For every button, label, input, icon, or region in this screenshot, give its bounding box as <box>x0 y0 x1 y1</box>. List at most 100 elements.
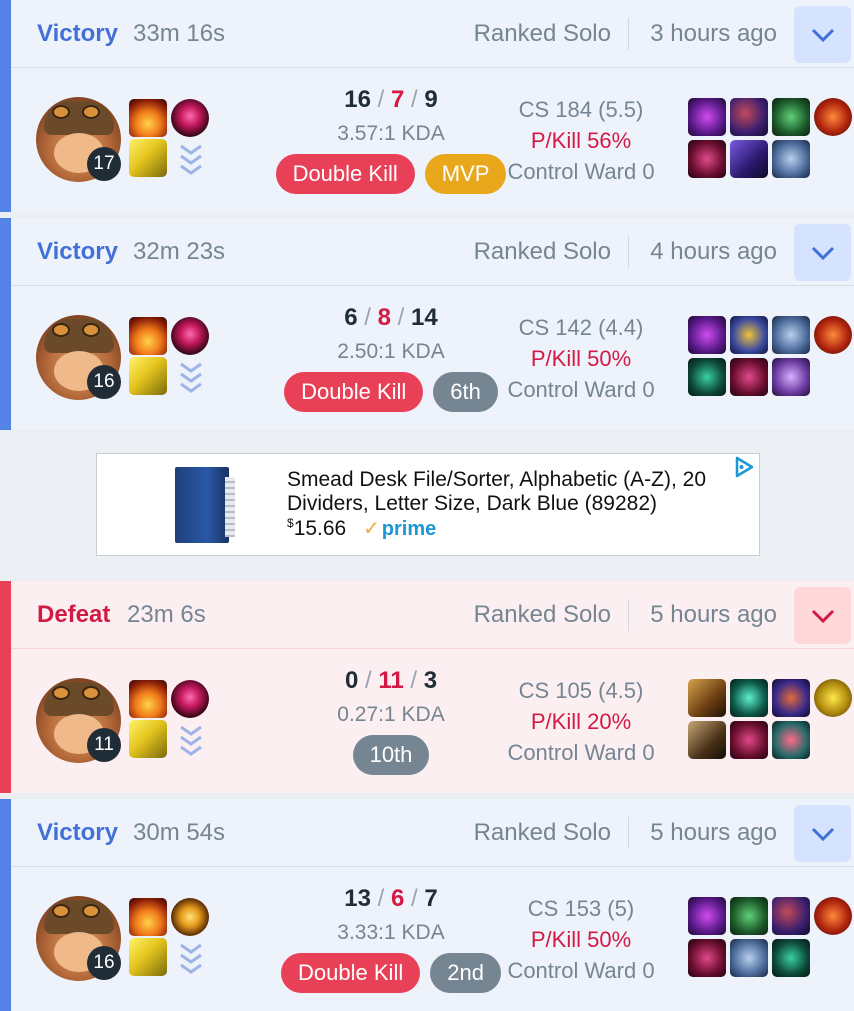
ignite-spell-icon[interactable] <box>129 99 167 137</box>
kda-ratio: 2.50:1 KDA <box>337 340 445 363</box>
item-icon[interactable] <box>688 939 726 977</box>
champion-level: 16 <box>87 365 121 399</box>
electrocute-rune-icon[interactable] <box>171 99 209 137</box>
item-icon[interactable] <box>730 939 768 977</box>
item-icon[interactable] <box>772 721 810 759</box>
item-icon[interactable] <box>688 679 726 717</box>
product-image[interactable] <box>175 467 235 543</box>
item-icon[interactable] <box>772 140 810 178</box>
item-icon[interactable] <box>730 358 768 396</box>
item-build <box>675 679 852 759</box>
trinket-icon[interactable] <box>814 897 852 935</box>
match-duration: 32m 23s <box>133 238 226 265</box>
item-icon[interactable] <box>688 358 726 396</box>
item-icon[interactable] <box>688 98 726 136</box>
item-icon[interactable] <box>688 897 726 935</box>
divider <box>628 817 629 849</box>
item-icon[interactable] <box>688 140 726 178</box>
trinket-icon[interactable] <box>814 679 852 717</box>
item-icon[interactable] <box>772 939 810 977</box>
item-icon[interactable] <box>772 358 810 396</box>
match-stats: CS 142 (4.4) P/Kill 50% Control Ward 0 <box>481 312 681 405</box>
ignite-spell-icon[interactable] <box>129 317 167 355</box>
kda-ratio: 3.57:1 KDA <box>337 122 445 145</box>
match-stats: CS 184 (5.5) P/Kill 56% Control Ward 0 <box>481 94 681 187</box>
expand-button[interactable] <box>794 587 851 644</box>
expand-button[interactable] <box>794 224 851 281</box>
sorcery-rune-icon[interactable] <box>175 723 207 757</box>
match-card[interactable]: Defeat 23m 6s Ranked Solo 5 hours ago 11… <box>0 581 854 793</box>
item-icon[interactable] <box>730 140 768 178</box>
chevron-down-icon <box>811 246 834 260</box>
item-icon[interactable] <box>688 316 726 354</box>
match-body: 16 6 / 8 / 14 2.50:1 KDA Double Kill 6th… <box>11 286 854 430</box>
ignite-spell-icon[interactable] <box>129 680 167 718</box>
ignite-spell-icon[interactable] <box>129 898 167 936</box>
result-bar <box>0 581 11 793</box>
match-result: Victory <box>37 20 118 47</box>
sorcery-rune-icon[interactable] <box>175 360 207 394</box>
item-icon[interactable] <box>772 316 810 354</box>
kills: 0 <box>344 667 359 694</box>
deaths: 7 <box>390 86 405 113</box>
multikill-badge: Double Kill <box>284 372 424 412</box>
kills: 13 <box>344 885 371 912</box>
kill-participation: P/Kill 20% <box>530 709 632 734</box>
control-ward-stat: Control Ward 0 <box>507 958 655 983</box>
adchoices-icon[interactable] <box>733 456 755 478</box>
time-ago: 3 hours ago <box>650 20 777 47</box>
electrocute-rune-icon[interactable] <box>171 317 209 355</box>
ad-banner[interactable]: Smead Desk File/Sorter, Alphabetic (A-Z)… <box>96 453 760 556</box>
check-icon: ✓ <box>363 518 380 540</box>
kda-score: 6 / 8 / 14 <box>344 304 438 331</box>
assists: 9 <box>424 86 438 113</box>
trinket-icon[interactable] <box>814 316 852 354</box>
comet-rune-icon[interactable] <box>171 898 209 936</box>
divider <box>628 236 629 268</box>
item-build <box>675 316 852 396</box>
multikill-badge: Double Kill <box>275 154 415 194</box>
multikill-badge: Double Kill <box>281 953 421 993</box>
kda-score: 0 / 11 / 3 <box>344 667 438 694</box>
item-icon[interactable] <box>772 897 810 935</box>
sorcery-rune-icon[interactable] <box>175 142 207 176</box>
kda-score: 16 / 7 / 9 <box>344 86 438 113</box>
ghost-spell-icon[interactable] <box>129 357 167 395</box>
match-card[interactable]: Victory 30m 54s Ranked Solo 5 hours ago … <box>0 799 854 1011</box>
champion-level: 11 <box>87 728 121 762</box>
item-icon[interactable] <box>730 679 768 717</box>
trinket-icon[interactable] <box>814 98 852 136</box>
control-ward-stat: Control Ward 0 <box>507 159 655 184</box>
item-build <box>675 98 852 178</box>
item-icon[interactable] <box>772 98 810 136</box>
kill-participation: P/Kill 56% <box>530 128 632 153</box>
prime-badge: ✓ prime <box>363 518 437 540</box>
product-title[interactable]: Smead Desk File/Sorter, Alphabetic (A-Z)… <box>287 468 737 516</box>
sorcery-rune-icon[interactable] <box>175 941 207 975</box>
match-header: Victory 32m 23s Ranked Solo 4 hours ago <box>11 218 854 286</box>
assists: 14 <box>411 304 438 331</box>
champion-level: 16 <box>87 946 121 980</box>
item-icon[interactable] <box>688 721 726 759</box>
item-icon[interactable] <box>730 721 768 759</box>
electrocute-rune-icon[interactable] <box>171 680 209 718</box>
match-stats: CS 153 (5) P/Kill 50% Control Ward 0 <box>481 893 681 986</box>
ghost-spell-icon[interactable] <box>129 938 167 976</box>
time-ago: 4 hours ago <box>650 238 777 265</box>
expand-button[interactable] <box>794 805 851 862</box>
kda-score: 13 / 6 / 7 <box>344 885 438 912</box>
item-icon[interactable] <box>730 98 768 136</box>
ghost-spell-icon[interactable] <box>129 720 167 758</box>
ghost-spell-icon[interactable] <box>129 139 167 177</box>
match-card[interactable]: Victory 32m 23s Ranked Solo 4 hours ago … <box>0 218 854 430</box>
cs-stat: CS 142 (4.4) <box>518 315 644 340</box>
item-icon[interactable] <box>772 679 810 717</box>
match-card[interactable]: Victory 33m 16s Ranked Solo 3 hours ago … <box>0 0 854 212</box>
item-icon[interactable] <box>730 316 768 354</box>
expand-button[interactable] <box>794 6 851 63</box>
deaths: 8 <box>377 304 391 331</box>
deaths: 11 <box>378 667 404 694</box>
divider <box>628 18 629 50</box>
match-stats: CS 105 (4.5) P/Kill 20% Control Ward 0 <box>481 675 681 768</box>
item-icon[interactable] <box>730 897 768 935</box>
